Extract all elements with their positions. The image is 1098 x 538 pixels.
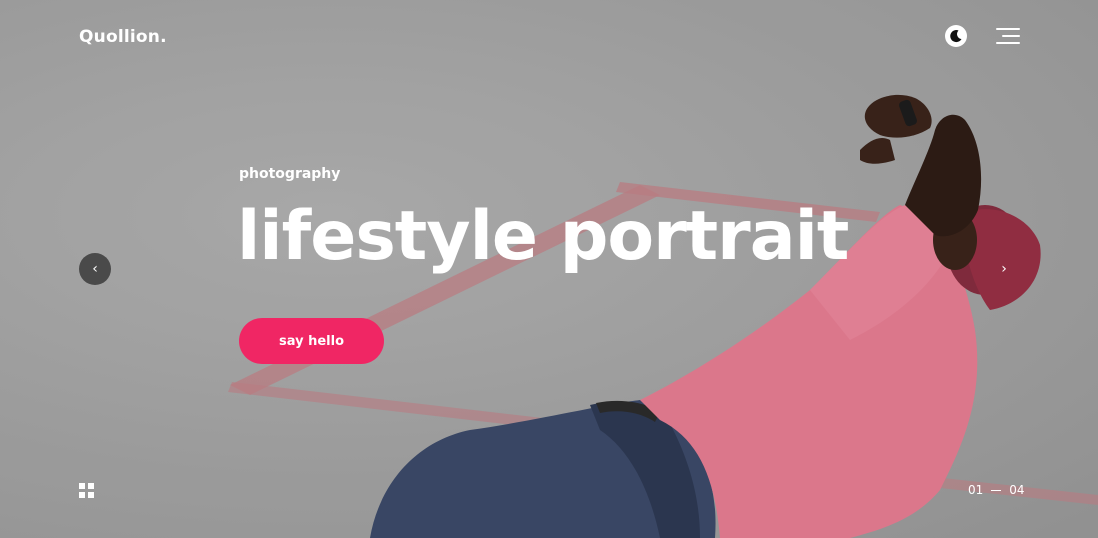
next-arrow-glyph: ›	[1001, 261, 1007, 277]
say-hello-button[interactable]: say hello	[239, 318, 384, 364]
hero-slider: Quollion. photography lifestyle portrait…	[0, 0, 1098, 538]
theme-toggle-glyph	[950, 30, 962, 43]
grid-icon[interactable]	[79, 483, 94, 498]
site-logo[interactable]: Quollion.	[79, 27, 167, 47]
pager-divider	[991, 489, 1002, 491]
pager-current: 01	[968, 483, 984, 497]
chevron-right-icon[interactable]: ›	[988, 253, 1020, 285]
slide-title: lifestyle portrait	[237, 197, 849, 276]
grid-cell	[79, 483, 85, 489]
slide-pager: 01 04	[968, 483, 1025, 497]
chevron-left-icon[interactable]: ‹	[79, 253, 111, 285]
menu-bar-middle	[1002, 35, 1020, 37]
menu-bar-bottom	[996, 42, 1020, 44]
grid-cell	[88, 492, 94, 498]
moon-icon[interactable]	[945, 25, 967, 47]
hamburger-menu-icon[interactable]	[996, 27, 1020, 45]
menu-bar-top	[996, 28, 1020, 30]
slide-category: photography	[239, 166, 341, 182]
pager-total: 04	[1009, 483, 1025, 497]
grid-cell	[88, 483, 94, 489]
prev-arrow-glyph: ‹	[92, 261, 98, 277]
grid-cell	[79, 492, 85, 498]
